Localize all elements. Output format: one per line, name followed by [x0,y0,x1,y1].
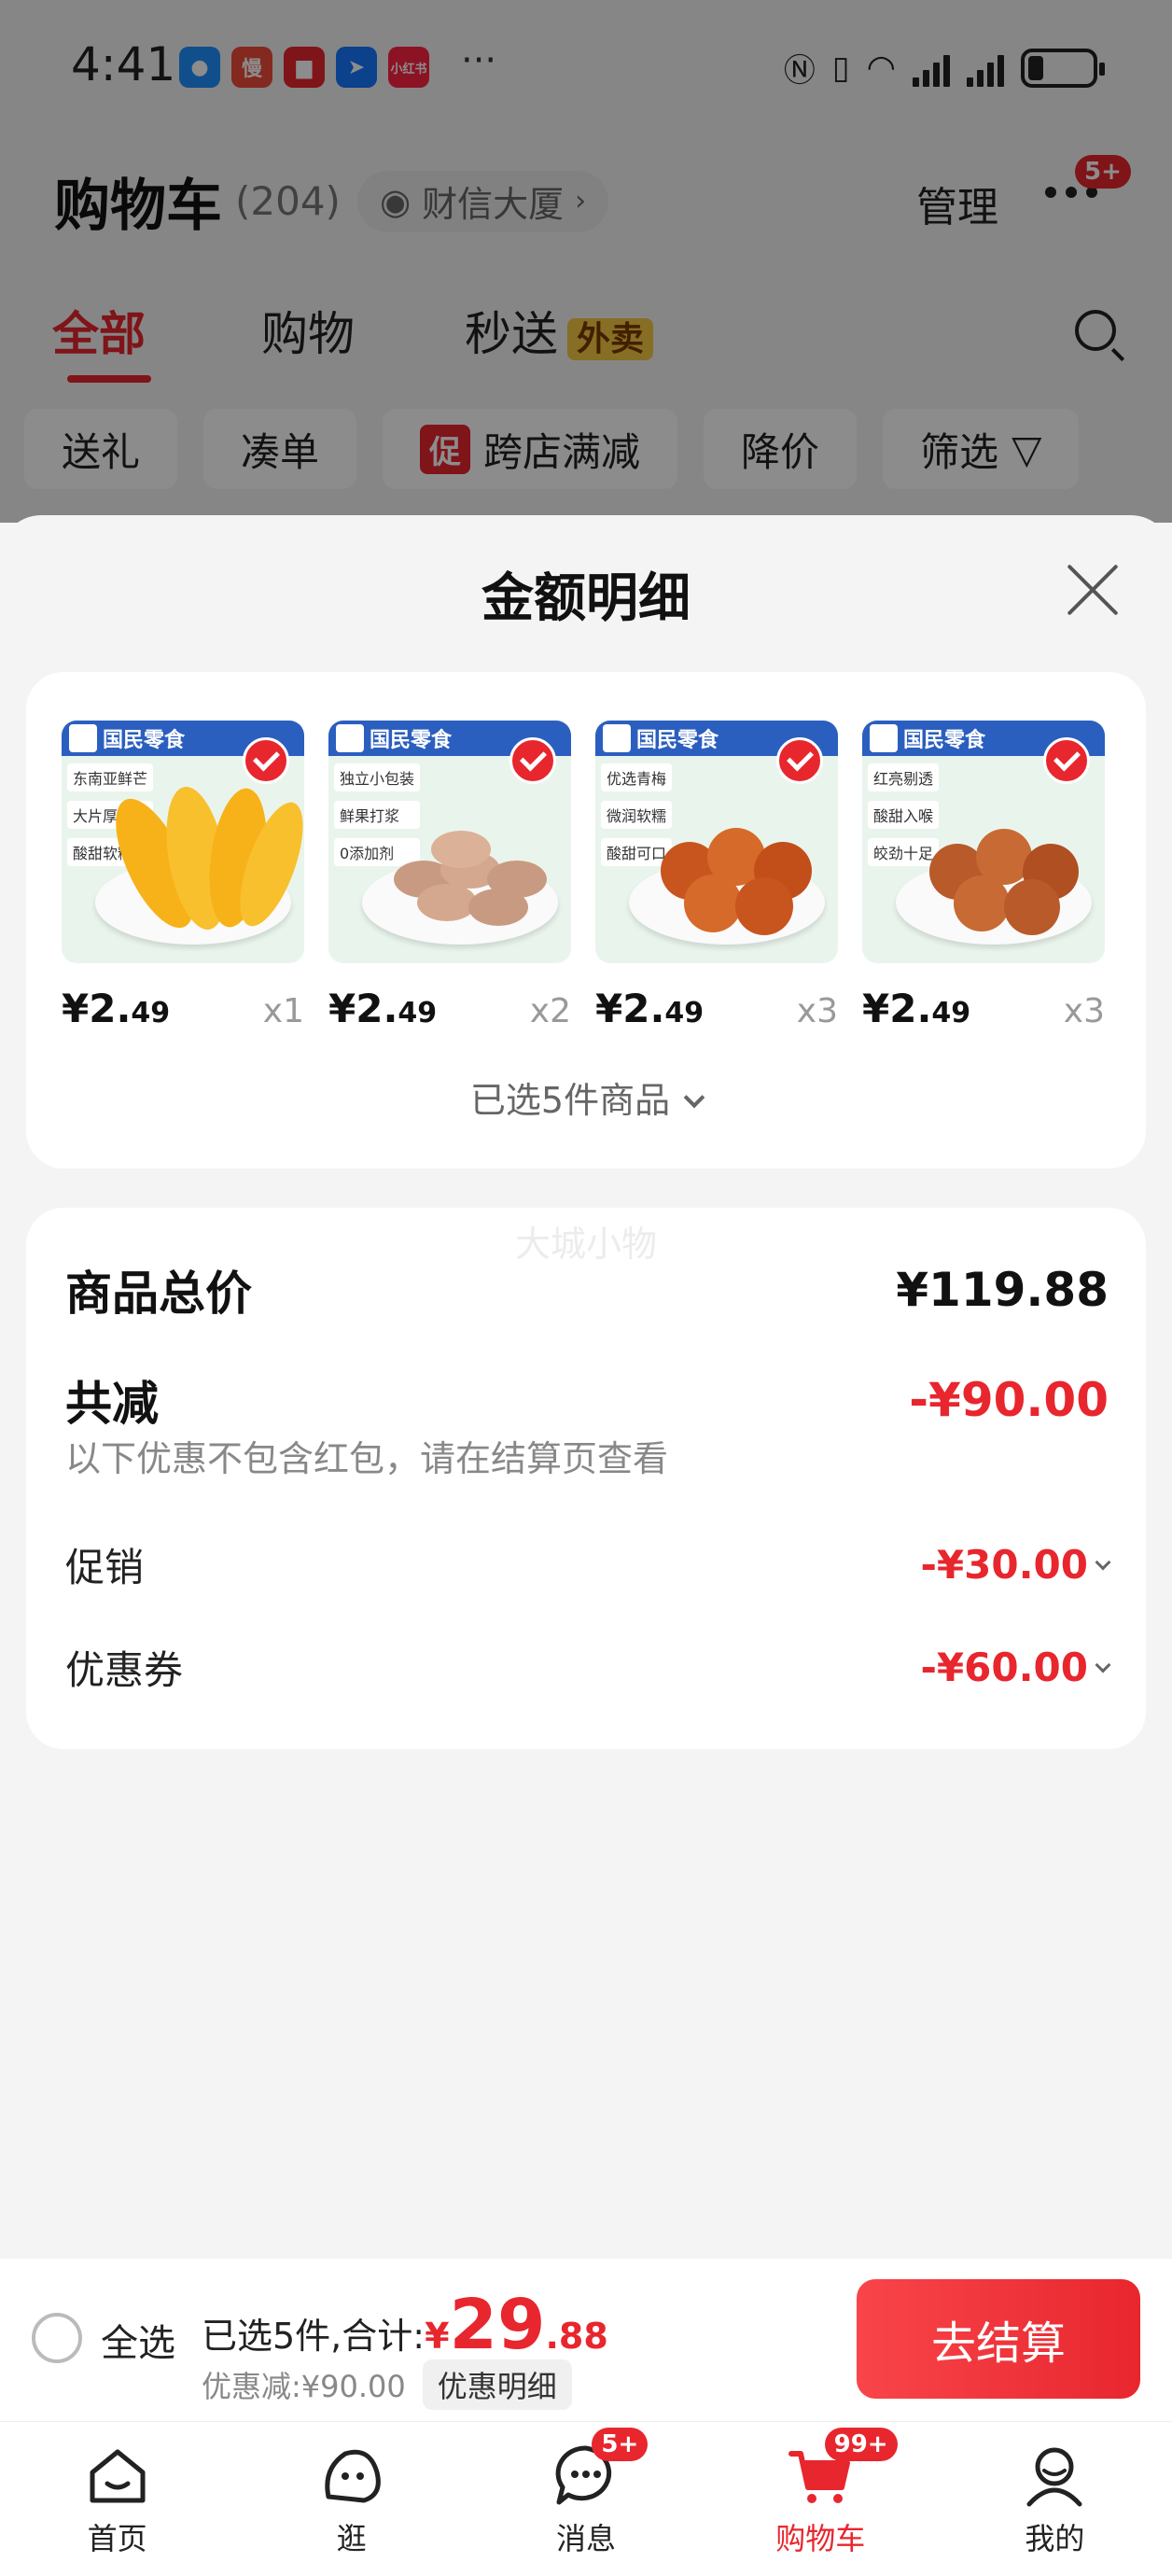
profile-icon [1026,2447,1082,2507]
chevron-down-icon [1095,1554,1111,1570]
discount-line: 优惠减:¥90.00 优惠明细 [202,2359,572,2410]
product-tags: 优选青梅 微润软糯 酸甜可口 [601,763,673,866]
product-image: 国民零食 红亮剔透 酸甜入喉 皎劲十足 [862,721,1105,963]
selected-items-label: 已选5件商品 [469,1080,671,1121]
bottom-tab-bar: 首页 逛 消息 5+ 购物车 99+ 我的 [0,2421,1172,2576]
sheet-title: 金额明细 [481,568,691,629]
tabbar-item-home[interactable]: 首页 [0,2422,234,2576]
product-image: 国民零食 东南亚鲜芒 大片厚切 酸甜软糯 [62,721,304,963]
product-quantity: x1 [262,992,304,1030]
checkout-bar: 全选 已选5件,合计: ¥29.88 优惠减:¥90.00 优惠明细 去结算 [0,2259,1172,2421]
tabbar-label: 购物车 [775,2521,866,2556]
product-item[interactable]: 国民零食 优选青梅 微润软糯 酸甜可口 ¥2.49 x3 [595,721,838,1031]
checkout-button[interactable]: 去结算 [857,2279,1140,2399]
selected-products-card: 国民零食 东南亚鲜芒 大片厚切 酸甜软糯 ¥2.49 x1 国民零食 独立小包装… [26,672,1146,1169]
messages-badge: 5+ [592,2428,649,2461]
tabbar-label: 消息 [556,2521,617,2556]
selected-check-icon[interactable] [1043,737,1090,784]
product-tags: 独立小包装 鲜果打浆 0添加剂 [334,763,421,866]
chevron-down-icon [1095,1657,1111,1673]
product-image: 国民零食 独立小包装 鲜果打浆 0添加剂 [328,721,571,963]
total-reduction-value: -¥90.00 [909,1373,1109,1427]
total-price-label: 商品总价 [65,1267,252,1321]
product-price: ¥2.49 [328,986,438,1031]
tabbar-item-profile[interactable]: 我的 [938,2422,1172,2576]
selection-total: ¥29.88 [425,2285,608,2365]
product-item[interactable]: 国民零食 东南亚鲜芒 大片厚切 酸甜软糯 ¥2.49 x1 [62,721,304,1031]
tabbar-item-browse[interactable]: 逛 [234,2422,468,2576]
tabbar-label: 逛 [336,2521,367,2556]
product-price: ¥2.49 [595,986,705,1031]
chevron-down-icon [683,1086,705,1109]
product-image: 国民零食 优选青梅 微润软糯 酸甜可口 [595,721,838,963]
product-tags: 红亮剔透 酸甜入喉 皎劲十足 [868,763,940,866]
home-icon [90,2449,146,2503]
product-item[interactable]: 国民零食 红亮剔透 酸甜入喉 皎劲十足 ¥2.49 x3 [862,721,1105,1031]
tabbar-label: 首页 [87,2521,147,2556]
total-price-row: 商品总价 ¥119.88 [65,1256,1109,1323]
product-price: ¥2.49 [62,986,171,1031]
product-quantity: x3 [796,992,838,1030]
selected-check-icon[interactable] [243,737,289,784]
selection-summary: 已选5件,合计: ¥29.88 [202,2285,608,2365]
selected-check-icon[interactable] [776,737,823,784]
selected-check-icon[interactable] [509,737,556,784]
product-quantity: x3 [1063,992,1105,1030]
price-summary-card: 大城小物 商品总价 ¥119.88 共减 -¥90.00 以下优惠不包含红包，请… [26,1208,1146,1749]
select-all-label[interactable]: 全选 [101,2313,175,2367]
close-icon[interactable] [1064,562,1122,620]
total-reduction-label: 共减 [65,1377,159,1431]
tabbar-item-messages[interactable]: 消息 5+ [468,2422,703,2576]
coupon-amount: -¥60.00 [920,1645,1111,1690]
discount-amount: 优惠减:¥90.00 [202,2369,406,2404]
selected-items-toggle[interactable]: 已选5件商品 [26,1071,1146,1123]
product-quantity: x2 [529,992,571,1030]
cart-badge: 99+ [824,2428,898,2461]
select-all-radio[interactable] [32,2313,82,2363]
selection-summary-label: 已选5件,合计: [202,2316,426,2357]
coupon-label: 优惠券 [65,1647,184,1693]
tabbar-label: 我的 [1025,2521,1085,2556]
total-price-value: ¥119.88 [896,1263,1109,1317]
promotion-label: 促销 [65,1545,145,1590]
product-item[interactable]: 国民零食 独立小包装 鲜果打浆 0添加剂 ¥2.49 x2 [328,721,571,1031]
browse-icon [325,2449,381,2503]
coupon-row[interactable]: 优惠券 -¥60.00 [65,1639,1111,1696]
discount-detail-button[interactable]: 优惠明细 [422,2359,572,2410]
promotion-amount: -¥30.00 [920,1542,1111,1588]
reduction-note: 以下优惠不包含红包，请在结算页查看 [65,1438,669,1479]
promotion-row[interactable]: 促销 -¥30.00 [65,1536,1111,1593]
total-reduction-row: 共减 -¥90.00 [65,1366,1109,1434]
tabbar-item-cart[interactable]: 购物车 99+ [704,2422,938,2576]
product-price: ¥2.49 [862,986,971,1031]
dim-overlay[interactable] [0,0,1172,523]
